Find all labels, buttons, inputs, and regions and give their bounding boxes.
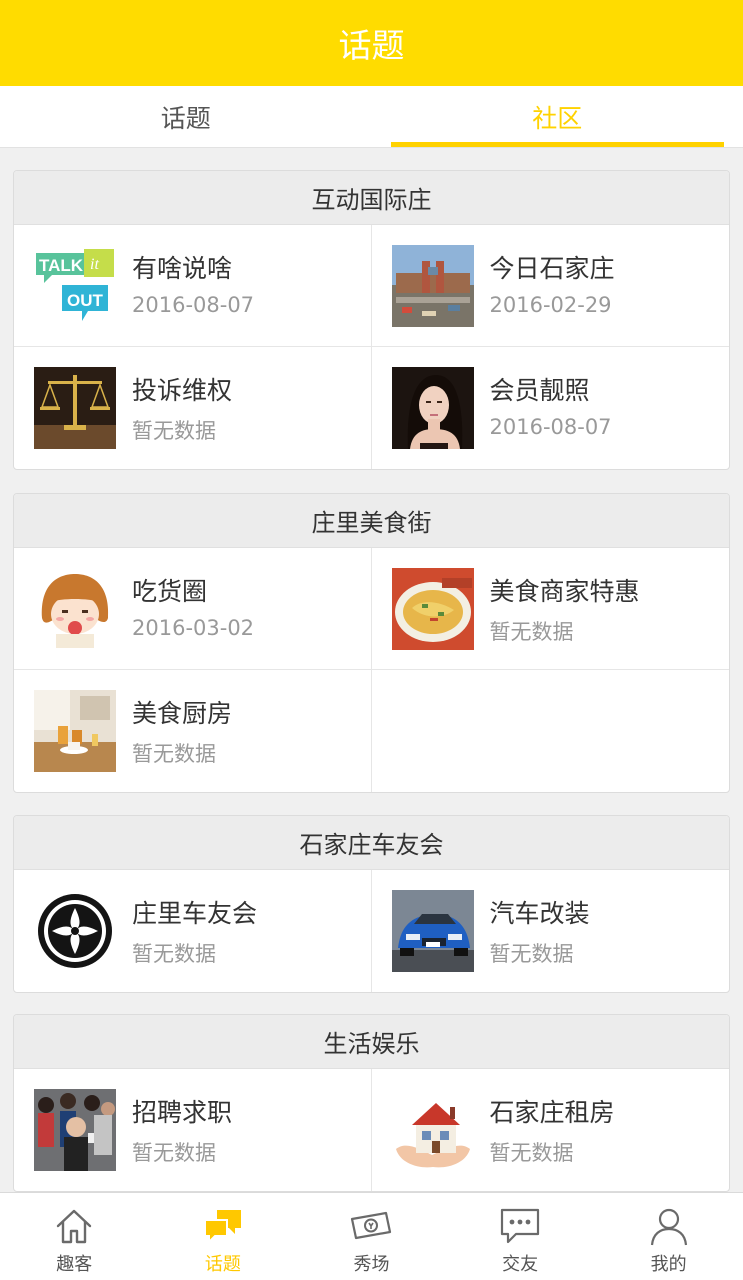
svg-text:TALK: TALK [39, 256, 84, 275]
app-header: 话题 [0, 0, 743, 86]
woman-portrait-image [391, 367, 474, 449]
nav-label: 交友 [502, 1254, 539, 1275]
forum-name: 今日石家庄 [489, 254, 615, 283]
car-club-emblem-image [34, 890, 116, 972]
forum-name: 吃货圈 [132, 577, 208, 606]
section-life-entertainment: 生活娱乐 招聘求职 暂无数据 石家庄租房 暂无数据 [13, 1014, 730, 1192]
bottom-navigation: 趣客 话题 秀场 交友 我的 [0, 1192, 743, 1280]
forum-item-food-deals[interactable]: 美食商家特惠 暂无数据 [371, 548, 729, 670]
forum-date: 暂无数据 [489, 1141, 574, 1165]
forum-item-photos[interactable]: 会员靓照 2016-08-07 [372, 347, 730, 469]
blue-car-image [391, 890, 474, 972]
section-title: 石家庄车友会 [14, 816, 729, 870]
nav-friends[interactable]: 交友 [446, 1193, 595, 1280]
nav-home[interactable]: 趣客 [0, 1193, 149, 1280]
nav-label: 秀场 [353, 1254, 390, 1275]
forum-item-jobs[interactable]: 招聘求职 暂无数据 [14, 1069, 372, 1191]
nav-label: 话题 [204, 1254, 241, 1275]
nav-label: 趣客 [56, 1254, 93, 1275]
section-interactive: 互动国际庄 TALK it OUT 有啥说啥 2016-08-07 今日石家庄 … [13, 170, 730, 470]
tab-bar: 话题 社区 [0, 86, 743, 148]
forum-item-kitchen[interactable]: 美食厨房 暂无数据 [14, 670, 372, 792]
forum-date: 2016-08-07 [132, 293, 255, 317]
job-crowd-image [34, 1089, 116, 1171]
section-car-club: 石家庄车友会 庄里车友会 暂无数据 汽车改装 暂无数据 [13, 815, 730, 993]
forum-date: 暂无数据 [132, 742, 216, 766]
svg-text:OUT: OUT [67, 291, 104, 310]
forum-date: 暂无数据 [132, 942, 216, 966]
user-icon [647, 1204, 691, 1248]
forum-date: 2016-02-29 [489, 293, 612, 317]
forum-name: 有啥说啥 [132, 254, 233, 283]
forum-name: 会员靓照 [489, 376, 590, 405]
tab-community[interactable]: 社区 [372, 86, 743, 147]
cartoon-girl-image [34, 568, 116, 650]
forum-name: 庄里车友会 [132, 899, 258, 928]
forum-date: 暂无数据 [132, 1141, 216, 1165]
section-title: 生活娱乐 [14, 1015, 729, 1069]
section-food-street: 庄里美食街 吃货圈 2016-03-02 美食商家特惠 暂无数据 美食厨房 暂无… [13, 493, 730, 793]
nav-show[interactable]: 秀场 [297, 1193, 446, 1280]
house-in-hands-image [391, 1089, 474, 1171]
forum-date: 2016-03-02 [132, 616, 255, 640]
forum-name: 汽车改装 [489, 899, 590, 928]
forum-item-rentals[interactable]: 石家庄租房 暂无数据 [372, 1069, 730, 1191]
scales-of-justice-image [34, 367, 116, 449]
nav-topics[interactable]: 话题 [149, 1193, 298, 1280]
forum-item-car-club[interactable]: 庄里车友会 暂无数据 [14, 870, 372, 992]
forum-item-chat[interactable]: TALK it OUT 有啥说啥 2016-08-07 [14, 225, 372, 347]
nav-me[interactable]: 我的 [594, 1193, 743, 1280]
forum-date: 2016-08-07 [489, 415, 612, 439]
forum-item-complaints[interactable]: 投诉维权 暂无数据 [14, 347, 372, 469]
forum-name: 招聘求职 [132, 1098, 233, 1127]
forum-name: 石家庄租房 [489, 1098, 615, 1127]
chat-bubbles-icon [201, 1204, 245, 1248]
home-icon [52, 1204, 96, 1248]
nav-label: 我的 [650, 1254, 687, 1275]
forum-item-foodies[interactable]: 吃货圈 2016-03-02 [14, 548, 372, 670]
community-list[interactable]: 互动国际庄 TALK it OUT 有啥说啥 2016-08-07 今日石家庄 … [0, 148, 743, 1192]
forum-name: 投诉维权 [132, 376, 233, 405]
talk-it-out-image: TALK it OUT [34, 245, 116, 327]
forum-item-today[interactable]: 今日石家庄 2016-02-29 [371, 225, 729, 347]
food-plate-image [391, 568, 474, 650]
svg-text:it: it [90, 256, 99, 273]
forum-item-car-mods[interactable]: 汽车改装 暂无数据 [372, 870, 730, 992]
message-dots-icon [498, 1204, 542, 1248]
forum-name: 美食商家特惠 [489, 577, 640, 606]
section-title: 互动国际庄 [14, 171, 729, 225]
forum-date: 暂无数据 [489, 942, 574, 966]
forum-date: 暂无数据 [489, 620, 574, 644]
forum-date: 暂无数据 [132, 419, 216, 443]
empty-cell [372, 670, 730, 792]
money-show-icon [349, 1204, 393, 1248]
forum-name: 美食厨房 [132, 699, 233, 728]
page-title: 话题 [338, 26, 405, 65]
tab-topics[interactable]: 话题 [0, 86, 372, 147]
kitchen-table-image [34, 690, 116, 772]
railway-station-image [391, 245, 474, 327]
section-title: 庄里美食街 [14, 494, 729, 548]
